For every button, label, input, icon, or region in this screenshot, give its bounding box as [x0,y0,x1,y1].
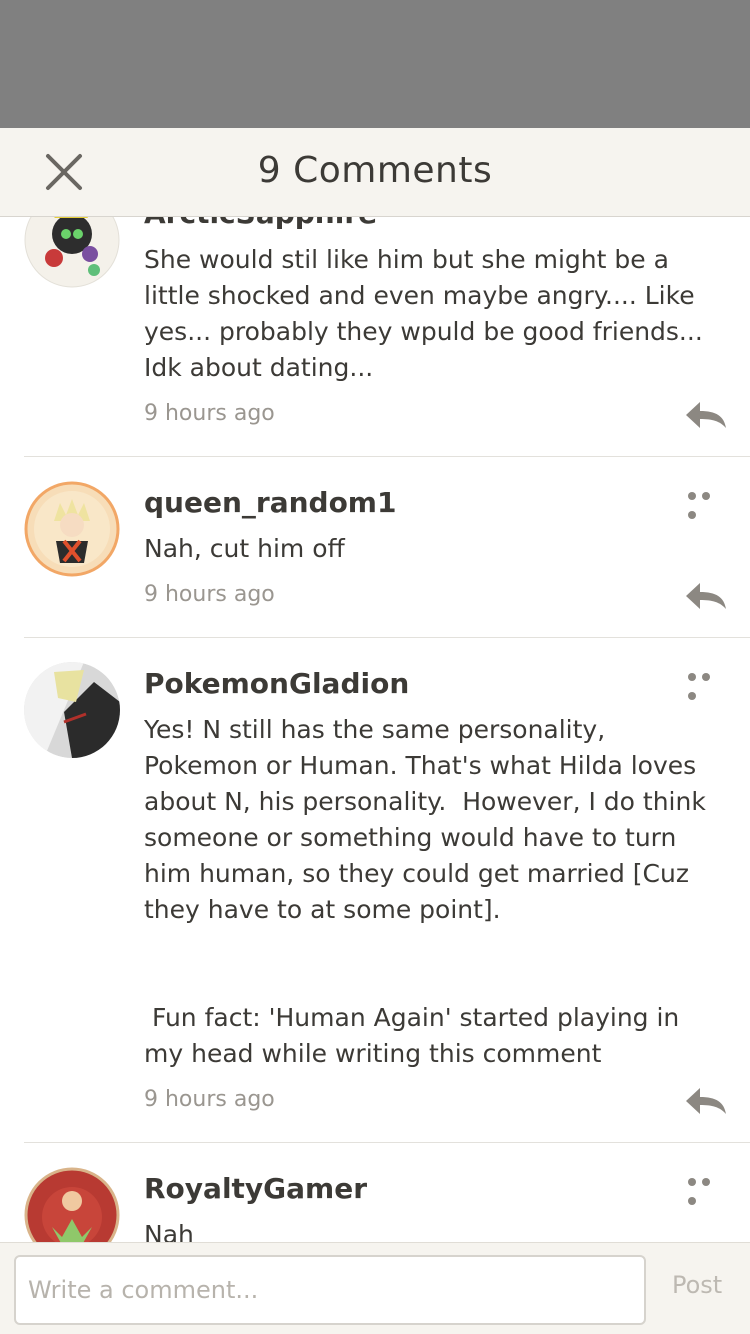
comment-text: Yes! N still has the same personality, P… [144,715,706,1068]
comment-item: PokemonGladion Yes! N still has the same… [24,638,750,1143]
more-options-button[interactable] [688,666,728,700]
comment-text: She would stil like him but she might be… [144,245,711,382]
comment-username[interactable]: PokemonGladion [144,662,724,706]
comment-username[interactable]: RoyaltyGamer [144,1167,724,1211]
more-icon [702,1178,710,1186]
more-icon [688,492,696,500]
avatar[interactable] [24,481,120,577]
post-button[interactable]: Post [672,1271,722,1299]
more-options-button[interactable] [688,1171,728,1205]
comment-item: RoyaltyGamer Nah [24,1143,750,1242]
reply-button[interactable] [684,1086,728,1116]
avatar[interactable] [24,662,120,758]
more-icon [688,511,696,519]
comment-text: Nah [144,1220,194,1242]
comment-item: queen_random1 Nah, cut him off 9 hours a… [24,457,750,638]
comment-input[interactable] [14,1255,646,1325]
reply-button[interactable] [684,400,728,430]
comments-header: 9 Comments [0,128,750,217]
more-icon [688,692,696,700]
page-title: 9 Comments [257,150,493,191]
comment-list[interactable]: ArcticSapphire She would stil like him b… [0,216,750,1242]
reply-icon [686,583,726,609]
comment-username[interactable]: ArcticSapphire [144,216,724,236]
more-icon [688,1197,696,1205]
reply-button[interactable] [684,581,728,611]
avatar[interactable] [24,216,120,288]
reply-icon [686,402,726,428]
more-options-button[interactable] [688,485,728,519]
more-icon [702,492,710,500]
comment-timestamp: 9 hours ago [144,401,275,426]
comment-username[interactable]: queen_random1 [144,481,724,525]
avatar[interactable] [24,1167,120,1242]
dimmed-background[interactable] [0,0,750,128]
comments-sheet: 9 Comments She would stil like him but s… [0,128,750,1334]
comment-composer: Post [0,1242,750,1334]
comment-timestamp: 9 hours ago [144,1087,275,1112]
more-icon [702,673,710,681]
comment-text: Nah, cut him off [144,534,345,563]
comment-timestamp: 9 hours ago [144,582,275,607]
more-icon [688,1178,696,1186]
reply-icon [686,1088,726,1114]
more-icon [688,673,696,681]
comment-item: ArcticSapphire She would stil like him b… [24,216,750,457]
